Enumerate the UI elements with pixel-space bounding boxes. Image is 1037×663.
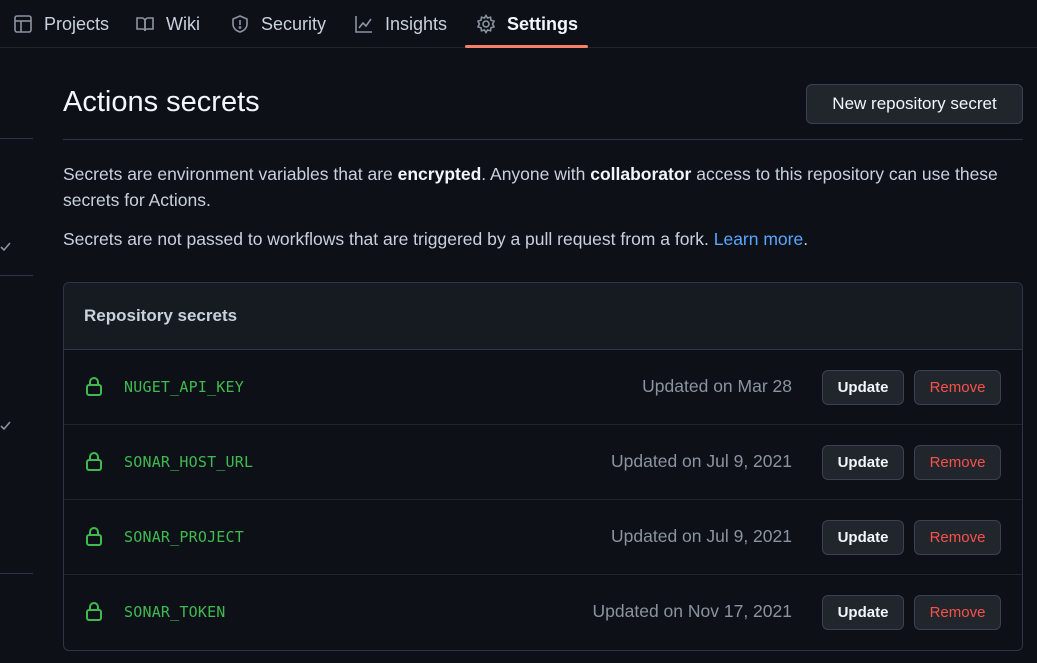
remove-button[interactable]: Remove [914, 370, 1001, 405]
tab-security[interactable]: Security [229, 0, 326, 48]
secret-updated: Updated on Mar 28 [642, 376, 792, 396]
table-icon [12, 13, 34, 35]
fork-note: Secrets are not passed to workflows that… [63, 226, 1023, 252]
secret-name: NUGET_API_KEY [124, 378, 244, 396]
desc-emphasis: collaborator [590, 164, 692, 184]
secret-name: SONAR_TOKEN [124, 603, 226, 621]
gear-icon [475, 13, 497, 35]
secret-updated: Updated on Nov 17, 2021 [592, 601, 792, 621]
tab-label: Projects [44, 13, 110, 34]
lock-icon [85, 601, 103, 621]
lock-icon [85, 526, 103, 546]
tab-label: Wiki [166, 13, 200, 34]
secret-name: SONAR_HOST_URL [124, 453, 254, 471]
tab-projects[interactable]: Projects [12, 0, 109, 48]
secret-updated: Updated on Jul 9, 2021 [611, 451, 792, 471]
desc-text: Secrets are not passed to workflows that… [63, 229, 714, 249]
secret-name: SONAR_PROJECT [124, 528, 244, 546]
secret-updated: Updated on Jul 9, 2021 [611, 526, 792, 546]
page-title: Actions secrets [63, 86, 260, 118]
update-button[interactable]: Update [822, 445, 904, 480]
desc-text: . [803, 229, 809, 249]
secrets-description: Secrets are environment variables that a… [63, 161, 1023, 213]
repository-secrets-box: Repository secrets NUGET_API_KEY Updated… [63, 282, 1023, 651]
remove-button[interactable]: Remove [914, 520, 1001, 555]
secret-row: SONAR_HOST_URL Updated on Jul 9, 2021 Up… [64, 425, 1022, 500]
tab-settings[interactable]: Settings [464, 0, 589, 48]
check-icon [0, 240, 12, 252]
secret-row: SONAR_PROJECT Updated on Jul 9, 2021 Upd… [64, 500, 1022, 575]
tab-wiki[interactable]: Wiki [134, 0, 200, 48]
tab-label: Security [261, 13, 327, 34]
remove-button[interactable]: Remove [914, 595, 1001, 630]
update-button[interactable]: Update [822, 370, 904, 405]
learn-more-link[interactable]: Learn more [714, 229, 804, 249]
tab-insights[interactable]: Insights [353, 0, 447, 48]
graph-icon [353, 13, 375, 35]
title-divider [63, 139, 1023, 140]
sidebar-divider [0, 573, 33, 574]
tab-label: Insights [385, 13, 448, 34]
desc-emphasis: encrypted [397, 164, 482, 184]
lock-icon [85, 376, 103, 396]
shield-icon [229, 13, 251, 35]
sidebar-divider [0, 138, 33, 139]
remove-button[interactable]: Remove [914, 445, 1001, 480]
repo-nav: Projects Wiki Security Insights Settings [0, 0, 1037, 48]
book-icon [134, 13, 156, 35]
secret-row: NUGET_API_KEY Updated on Mar 28 Update R… [64, 350, 1022, 425]
desc-text: . Anyone with [481, 164, 591, 184]
new-repository-secret-button[interactable]: New repository secret [806, 84, 1023, 124]
check-icon [0, 419, 12, 431]
tab-label: Settings [507, 13, 579, 34]
update-button[interactable]: Update [822, 595, 904, 630]
sidebar-divider [0, 275, 33, 276]
update-button[interactable]: Update [822, 520, 904, 555]
desc-text: Secrets are environment variables that a… [63, 164, 398, 184]
lock-icon [85, 451, 103, 471]
secret-row: SONAR_TOKEN Updated on Nov 17, 2021 Upda… [64, 575, 1022, 650]
box-header: Repository secrets [64, 283, 1022, 350]
